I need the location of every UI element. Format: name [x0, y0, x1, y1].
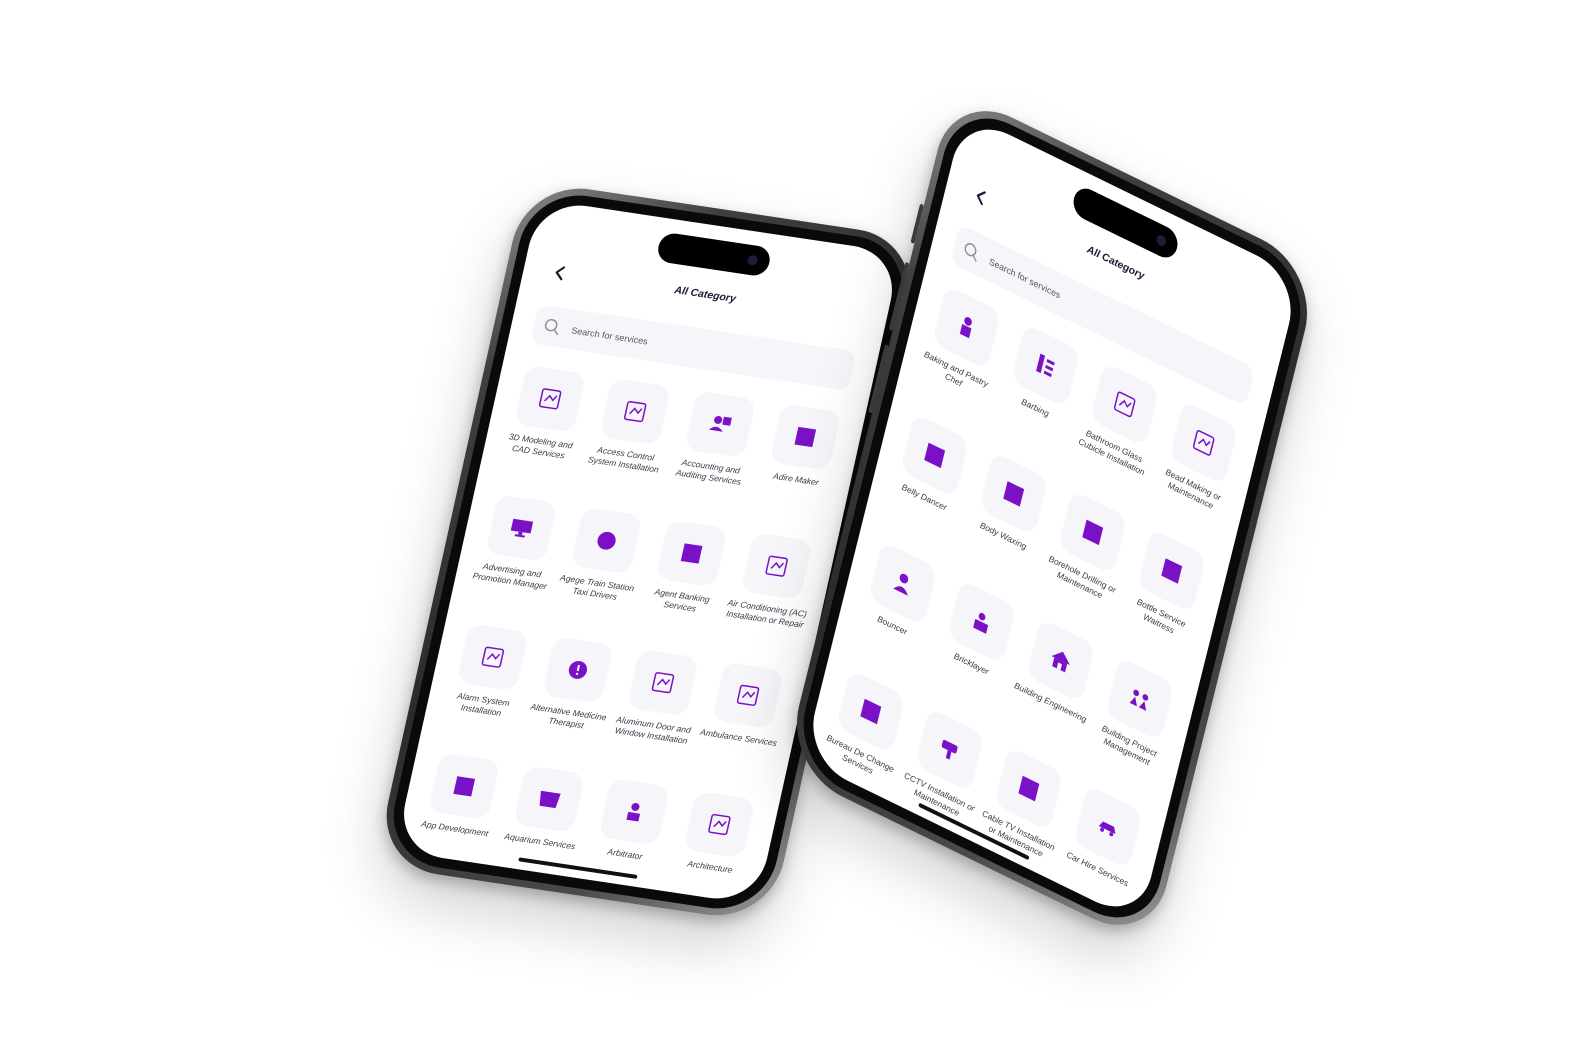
- access-control-icon: [599, 377, 672, 446]
- phone-right: All Category Baking and Pastry ChefBarbi…: [783, 88, 1321, 948]
- camera-icon: [746, 254, 759, 266]
- circle-icon: [570, 506, 643, 575]
- alarm-system-icon: [456, 623, 530, 692]
- accounting-icon: [684, 390, 757, 459]
- category-label: Adire Maker: [772, 470, 820, 488]
- alert-circle-icon: [541, 636, 615, 704]
- 3d-modeling-icon: [513, 365, 587, 433]
- aquarium-icon: [513, 765, 586, 833]
- category-label: Aluminum Door and Window Installation: [613, 714, 692, 746]
- window-icon: [626, 648, 700, 717]
- category-label: Aquarium Services: [503, 831, 577, 852]
- category-label: Alternative Medicine Therapist: [529, 701, 608, 731]
- category-label: Agent Banking Services: [653, 586, 711, 614]
- category-label: Agege Train Station Taxi Drivers: [559, 572, 636, 602]
- monitor-icon: [485, 494, 558, 562]
- architecture-icon: [683, 790, 756, 859]
- search-icon: [964, 243, 977, 262]
- search-icon: [544, 319, 559, 335]
- category-label: Advertising and Promotion Manager: [471, 560, 548, 592]
- category-label: Accounting and Auditing Services: [674, 457, 743, 487]
- ambulance-icon: [711, 661, 785, 730]
- square-icon: [655, 519, 728, 588]
- screen-left: All Category 3D Modeling and CAD Service…: [394, 199, 902, 905]
- category-label: Air Conditioning (AC) Installation or Re…: [725, 597, 808, 630]
- arbitrator-icon: [598, 778, 671, 846]
- square-icon: [769, 403, 842, 471]
- category-label: 3D Modeling and CAD Services: [507, 431, 574, 461]
- category-label: Alarm System Installation: [456, 690, 511, 718]
- category-label: Access Control System Installation: [587, 444, 660, 475]
- air-conditioner-icon: [740, 532, 813, 600]
- category-label: App Development: [420, 818, 490, 839]
- square-icon: [428, 752, 501, 821]
- category-label: Ambulance Services: [699, 726, 779, 749]
- category-label: Arbitrator: [606, 846, 644, 862]
- dynamic-island: [655, 231, 773, 278]
- category-label: Architecture: [686, 858, 734, 875]
- camera-icon: [1155, 233, 1168, 248]
